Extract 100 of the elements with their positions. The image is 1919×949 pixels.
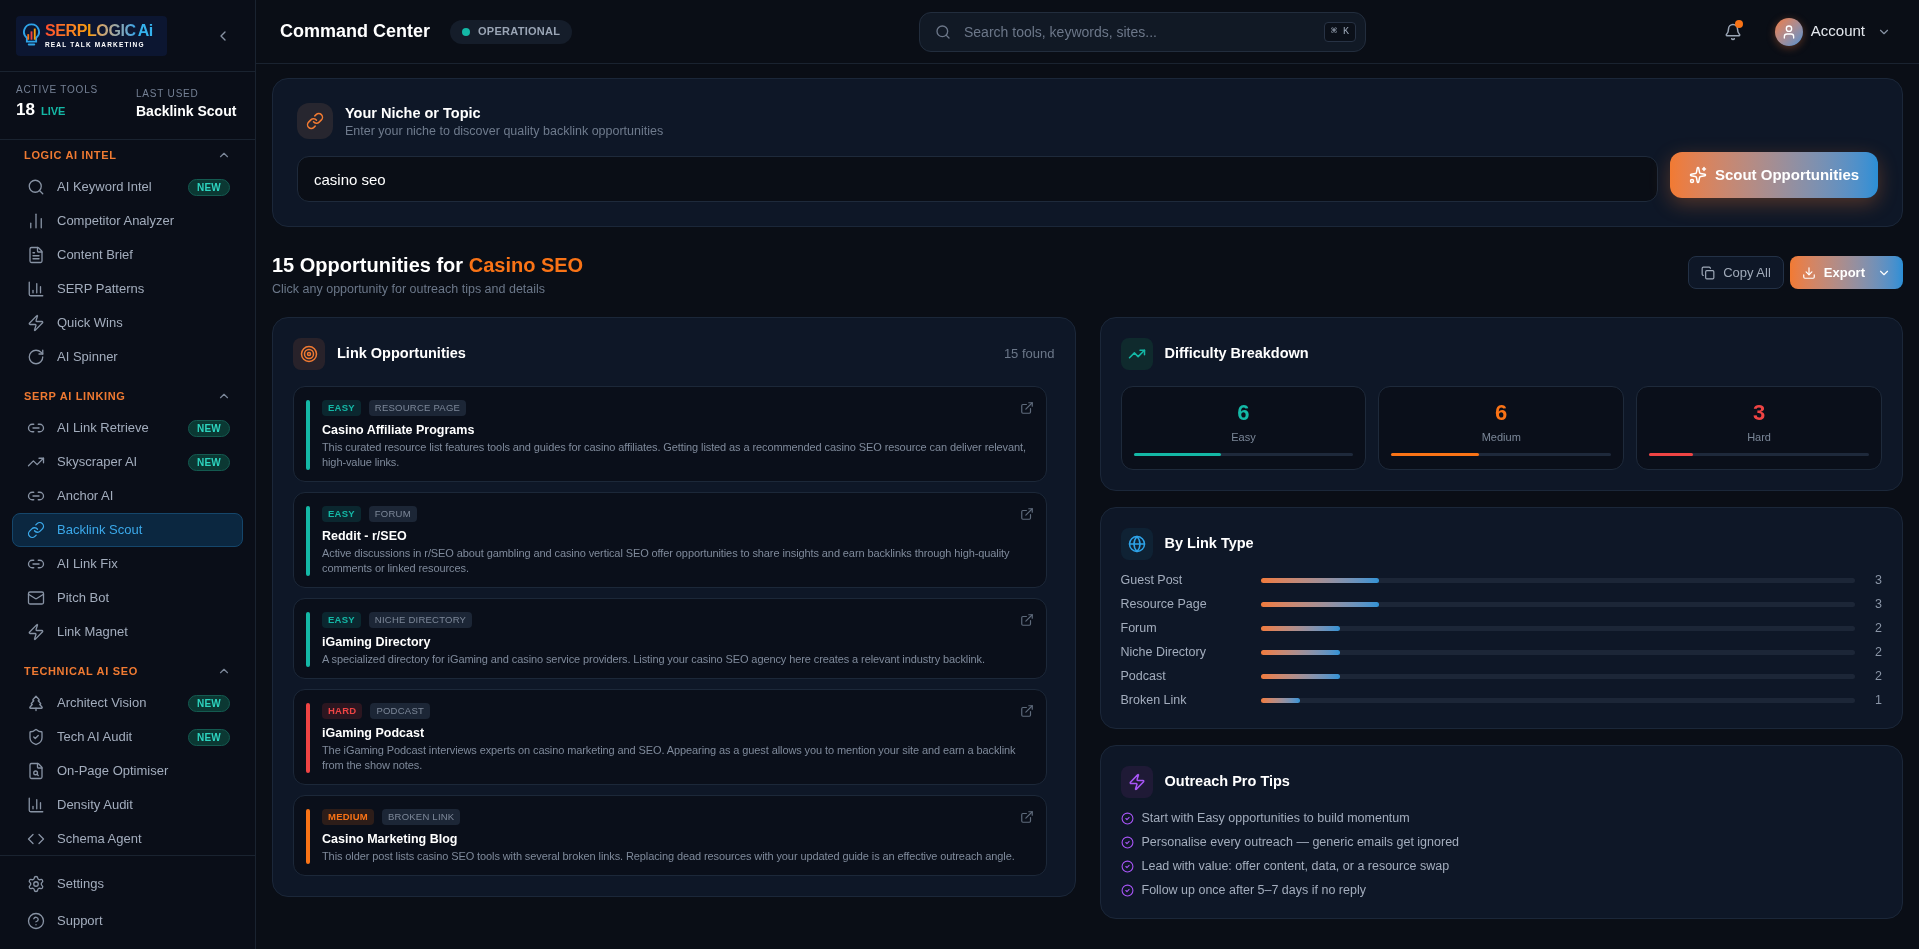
sidebar-item[interactable]: On-Page Optimiser [12, 754, 243, 788]
link-type-count: 2 [1874, 643, 1882, 661]
mail-icon [27, 589, 45, 607]
sidebar-item[interactable]: SERP Patterns [12, 272, 243, 306]
new-badge: NEW [187, 694, 230, 712]
sidebar-item[interactable]: Settings [12, 866, 243, 902]
type-tag: NICHE DIRECTORY [368, 612, 473, 628]
new-badge: NEW [187, 178, 230, 196]
difficulty-label: Hard [1747, 430, 1771, 445]
link-type-label: Resource Page [1120, 595, 1208, 613]
stat-label: ACTIVE TOOLS [16, 82, 100, 97]
bar-chart-icon [27, 280, 45, 298]
sidebar-item[interactable]: Anchor AI [12, 479, 243, 513]
check-circle-icon [1120, 859, 1134, 873]
search-icon [27, 178, 45, 196]
globe-icon [1120, 528, 1153, 560]
type-tag: BROKEN LINK [381, 809, 461, 825]
panel-title: Difficulty Breakdown [1164, 344, 1309, 364]
new-badge: NEW [187, 453, 230, 471]
link-icon [297, 103, 333, 139]
card-subtitle: Enter your niche to discover quality backlink opportunities [345, 123, 664, 139]
opportunity-card[interactable]: HARD PODCAST iGaming Podcast The iGaming Podcast interviews experts on casino marketing and SEO. Appearing as a guest allows you to mention your site and earn a backlink from the show notes. [293, 689, 1047, 785]
stat-value: 18 [16, 98, 35, 121]
avatar-icon [1774, 17, 1803, 46]
opportunity-title: Reddit - r/SEO [322, 528, 408, 545]
opportunity-card[interactable] [293, 386, 1047, 482]
opportunity-title: iGaming Directory [322, 634, 432, 651]
sidebar-item[interactable]: Link Magnet [12, 615, 243, 649]
lightning-icon [1120, 766, 1153, 798]
link-type-count: 2 [1874, 667, 1882, 685]
opportunity-card[interactable]: EASY NICHE DIRECTORY iGaming Directory A specialized directory for iGaming and casino service providers. Listing your casino SEO agency here creates a relevant industry backlink. [293, 598, 1047, 679]
download-icon [1801, 265, 1816, 280]
sidebar-item[interactable]: Competitor Analyzer [12, 204, 243, 238]
account-button[interactable]: Account [1762, 11, 1895, 52]
opportunity-description: The iGaming Podcast interviews experts on casino marketing and SEO. Appearing as a guest allows you to mention your site and earn a backlink from the show notes. [322, 743, 1017, 773]
settings-icon [27, 875, 45, 893]
refresh-icon [27, 348, 45, 366]
external-link-icon [1019, 704, 1034, 718]
section-header[interactable]: TECHNICAL AI SEO [12, 656, 243, 686]
sidebar-item[interactable]: Architect Vision NEW [12, 686, 243, 720]
search-icon [935, 23, 951, 40]
opportunity-title: iGaming Podcast [322, 725, 426, 742]
stat-value: Backlink Scout [136, 102, 237, 121]
sidebar-item[interactable]: Density Audit [12, 788, 243, 822]
opportunity-description: A specialized directory for iGaming and casino service providers. Listing your casino SEO agency here creates a relevant industry backlink. [322, 652, 986, 667]
tip-text: Start with Easy opportunities to build momentum [1141, 809, 1410, 827]
sidebar-item[interactable]: AI Link Fix [12, 547, 243, 581]
new-badge: NEW [187, 419, 230, 437]
type-tag: FORUM [368, 506, 417, 522]
difficulty-label: Easy [1231, 430, 1256, 445]
shield-check-icon [27, 728, 45, 746]
results-count: 15 found [1003, 345, 1055, 364]
opportunity-card[interactable]: EASY FORUM Reddit - r/SEO Active discussions in r/SEO about gambling and casino vertical SEO offer opportunities to share insights and earn backlinks through high-quality comments or linked resources. [293, 492, 1047, 588]
tip-text: Lead with value: offer content, data, or a resource swap [1141, 857, 1450, 875]
niche-input[interactable]: casino seo [297, 156, 1658, 202]
sidebar-item[interactable]: Tech AI Audit NEW [12, 720, 243, 754]
bar-chart-icon [27, 796, 45, 814]
section-header[interactable]: LOGIC AI INTEL [12, 140, 243, 170]
sidebar-item[interactable]: Quick Wins [12, 306, 243, 340]
external-link-icon [1019, 401, 1034, 415]
section-header[interactable]: SERP AI LINKING [12, 381, 243, 411]
link-type-label: Broken Link [1120, 691, 1188, 709]
lightning-icon [27, 623, 45, 641]
link-type-count: 3 [1874, 595, 1882, 613]
sidebar-item[interactable]: AI Link Retrieve NEW [12, 411, 243, 445]
external-link-icon [1019, 507, 1034, 521]
tip-text: Personalise every outreach — generic emails get ignored [1141, 833, 1460, 851]
link-type-label: Guest Post [1120, 571, 1184, 589]
sparkle-icon [1688, 166, 1707, 184]
link-type-count: 1 [1874, 691, 1882, 709]
opportunity-description: This older post lists casino SEO tools with several broken links. Replacing dead resources with your updated guide is an effective outreach angle. [322, 849, 1016, 864]
type-tag: PODCAST [370, 703, 430, 719]
stat-label: LAST USED [136, 87, 200, 101]
link-icon [27, 521, 45, 539]
difficulty-count: 6 [1237, 401, 1250, 425]
sidebar-item[interactable]: AI Spinner [12, 340, 243, 374]
opportunity-card[interactable]: MEDIUM BROKEN LINK Casino Marketing Blog This older post lists casino SEO tools with several broken links. Replacing dead resources with your updated guide is an effective outreach angle. [293, 795, 1047, 876]
sidebar-item[interactable]: Content Brief [12, 238, 243, 272]
sidebar-item[interactable]: Support [12, 903, 243, 939]
opportunity-description: This curated resource list features tools and guides for casino affiliates. Getting listed as a recommended casino SEO resource can deliver relevant, high-value links. [322, 440, 1027, 470]
copy-icon [1701, 265, 1716, 280]
results-heading: 15 Opportunities for Casino SEO [272, 253, 584, 278]
status-label: OPERATIONAL [478, 24, 561, 40]
copy-all-button[interactable]: Copy All [1688, 256, 1784, 289]
link-type-label: Forum [1120, 619, 1158, 637]
difficulty-tag: EASY [322, 506, 361, 522]
check-circle-icon [1120, 883, 1134, 897]
tree-icon [27, 694, 45, 712]
sidebar-item[interactable]: Skyscraper AI NEW [12, 445, 243, 479]
help-icon [27, 912, 45, 930]
card-title: Your Niche or Topic [345, 104, 482, 123]
sidebar-item[interactable]: Schema Agent [12, 822, 243, 855]
sidebar-item[interactable]: Pitch Bot [12, 581, 243, 615]
difficulty-label: Medium [1481, 430, 1521, 445]
external-link-icon [1019, 613, 1034, 627]
tip-text: Follow up once after 5–7 days if no reply [1141, 881, 1366, 899]
sidebar-item[interactable]: Backlink Scout [12, 513, 243, 547]
sidebar-item[interactable]: AI Keyword Intel NEW [12, 170, 243, 204]
opportunity-title: Casino Marketing Blog [322, 831, 459, 848]
page-title: Command Center [280, 20, 431, 43]
